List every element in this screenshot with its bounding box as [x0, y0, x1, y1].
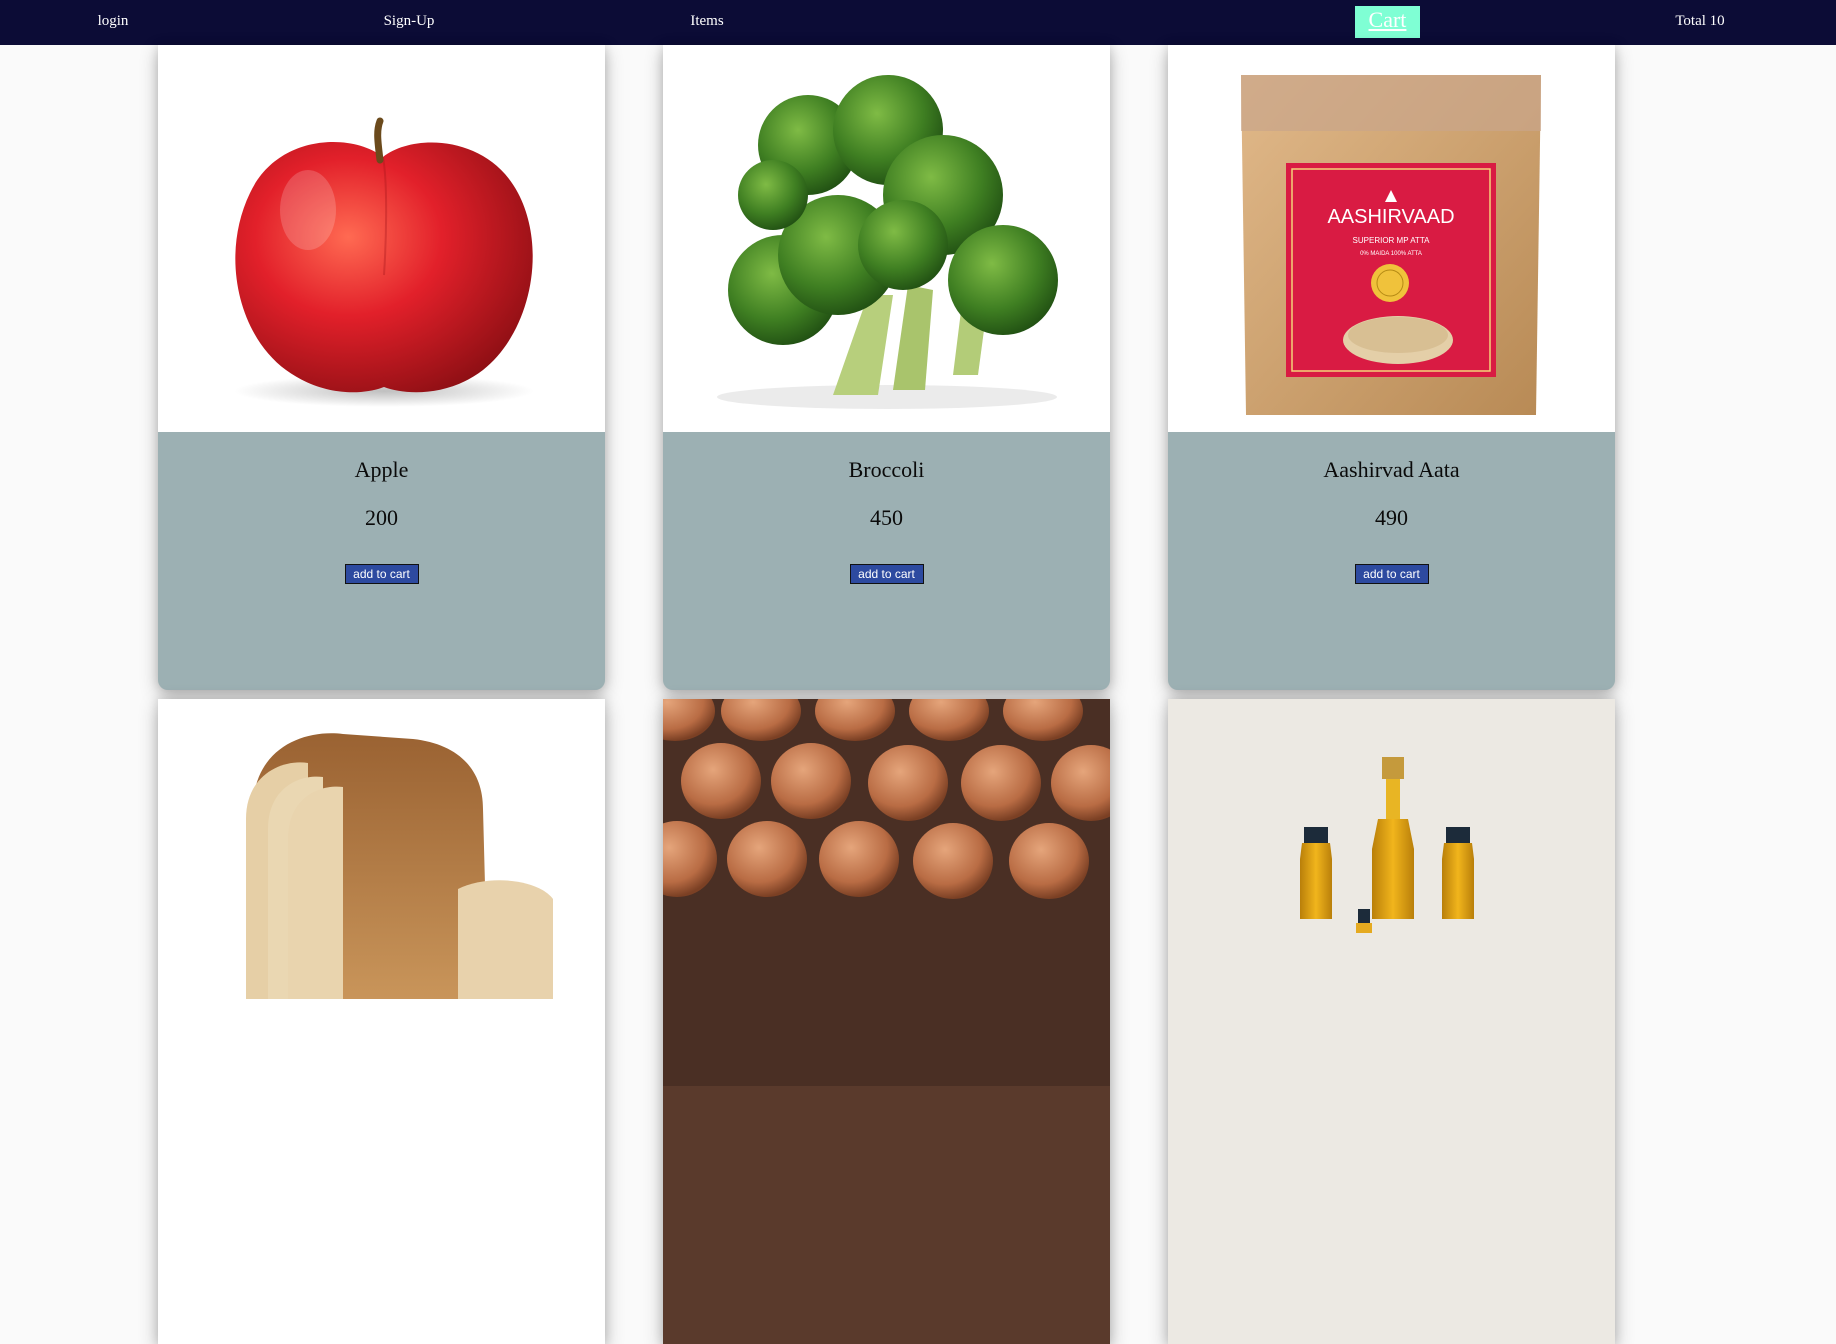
product-card: Apple 200 add to cart — [158, 45, 605, 690]
product-card: Broccoli 450 add to cart — [663, 45, 1110, 690]
broccoli-image — [663, 45, 1110, 432]
nav-items-link[interactable]: Items — [690, 0, 723, 45]
product-name: Aashirvad Aata — [1323, 457, 1460, 482]
top-navbar: login Sign-Up Items Cart Total 10 — [0, 0, 1836, 45]
eggs-image — [663, 699, 1110, 1086]
bread-image — [158, 699, 605, 1086]
bag-brand-text: AASHIRVAAD — [1327, 206, 1454, 228]
product-card: AASHIRVAAD SUPERIOR MP ATTA 0% MAIDA 100… — [1168, 45, 1615, 690]
nav-signup-link[interactable]: Sign-Up — [384, 0, 435, 45]
apple-image — [158, 45, 605, 432]
nav-cart-link[interactable]: Cart — [1355, 6, 1420, 38]
bag-line1-text: SUPERIOR MP ATTA — [1353, 236, 1431, 245]
add-to-cart-button[interactable]: add to cart — [1354, 564, 1429, 584]
product-price: 200 — [365, 505, 398, 530]
product-name: Broccoli — [848, 457, 925, 482]
product-card — [1168, 699, 1615, 1344]
cart-total: Total 10 — [1675, 13, 1725, 29]
product-name: Apple — [354, 457, 409, 482]
nav-login-link[interactable]: login — [98, 0, 129, 45]
product-price: 450 — [870, 505, 903, 530]
product-price: 490 — [1375, 505, 1408, 530]
product-grid: Apple 200 add to cart Broccoli 450 add t… — [0, 45, 1836, 1344]
oil-bottles-image — [1168, 699, 1615, 1086]
product-card — [663, 699, 1110, 1344]
atta-bag-image: AASHIRVAAD SUPERIOR MP ATTA 0% MAIDA 100… — [1168, 45, 1615, 432]
product-card — [158, 699, 605, 1344]
add-to-cart-button[interactable]: add to cart — [849, 564, 924, 584]
bag-line2-text: 0% MAIDA 100% ATTA — [1360, 251, 1422, 257]
add-to-cart-button[interactable]: add to cart — [344, 564, 419, 584]
